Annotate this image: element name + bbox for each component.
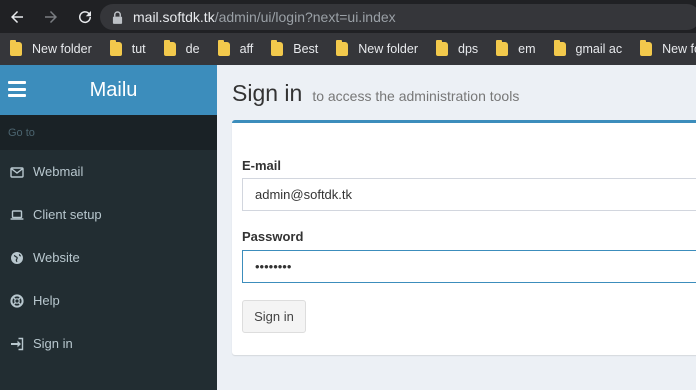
- content-header: Sign in to access the administration too…: [232, 80, 519, 107]
- brand-bar: Mailu: [0, 65, 217, 115]
- bookmark-label: aff: [239, 42, 254, 56]
- sign-in-icon: [10, 337, 24, 351]
- bookmark-folder[interactable]: New folder: [0, 33, 100, 65]
- bookmark-folder[interactable]: New folder: [326, 33, 426, 65]
- bookmark-label: dps: [458, 42, 479, 56]
- bookmark-label: em: [518, 42, 536, 56]
- mailu-app: Mailu Go to Webmail Client setup Website: [0, 65, 696, 390]
- lock-icon: [112, 10, 124, 24]
- sidebar: Mailu Go to Webmail Client setup Website: [0, 65, 217, 390]
- bookmark-label: de: [185, 42, 200, 56]
- brand-logo[interactable]: Mailu: [0, 79, 217, 102]
- bookmark-folder[interactable]: tut: [100, 33, 154, 65]
- bookmark-folder[interactable]: dps: [426, 33, 486, 65]
- sidebar-item-label: Client setup: [33, 207, 102, 222]
- url-path: /admin/ui/login?next=ui.index: [214, 9, 396, 25]
- url-host: mail.softdk.tk: [133, 9, 215, 25]
- bookmark-label: New folder: [32, 42, 92, 56]
- page-subtitle: to access the administration tools: [312, 88, 520, 104]
- arrow-right-icon: [45, 10, 57, 23]
- arrow-left-icon: [11, 10, 23, 23]
- sidebar-item-label: Website: [33, 250, 80, 265]
- bookmark-folder[interactable]: gmail ac: [544, 33, 631, 65]
- folder-icon: [336, 40, 349, 56]
- life-ring-icon: [10, 293, 24, 308]
- bookmark-folder[interactable]: em: [486, 33, 543, 65]
- password-label: Password: [242, 229, 304, 244]
- sidebar-item-client-setup[interactable]: Client setup: [0, 193, 217, 236]
- laptop-icon: [10, 208, 24, 222]
- folder-icon: [496, 40, 509, 56]
- back-button[interactable]: [0, 0, 34, 33]
- globe-icon: [10, 251, 24, 265]
- folder-icon: [553, 40, 566, 56]
- sidebar-item-website[interactable]: Website: [0, 236, 217, 279]
- folder-icon: [217, 40, 230, 56]
- bookmarks-bar: New folder tut de aff Best New folder dp…: [0, 33, 696, 65]
- folder-icon: [436, 40, 448, 56]
- bookmark-folder[interactable]: Best: [261, 33, 326, 65]
- reload-icon: [79, 10, 92, 23]
- bookmark-folder[interactable]: New folder: [630, 33, 696, 65]
- bookmark-label: gmail ac: [575, 42, 623, 56]
- bookmark-label: New folder: [358, 42, 418, 56]
- password-field[interactable]: ••••••••: [242, 250, 696, 283]
- bookmark-folder[interactable]: aff: [208, 33, 262, 65]
- folder-icon: [10, 40, 22, 56]
- folder-icon: [163, 40, 176, 56]
- sidebar-item-help[interactable]: Help: [0, 279, 217, 322]
- address-bar[interactable]: mail.softdk.tk/admin/ui/login?next=ui.in…: [100, 4, 696, 30]
- sidebar-section-header: Go to: [0, 115, 217, 150]
- bookmark-label: tut: [131, 42, 146, 56]
- folder-icon: [271, 40, 284, 56]
- sign-in-box: E-mail admin@softdk.tk Password ••••••••…: [232, 120, 696, 355]
- sidebar-item-sign-in[interactable]: Sign in: [0, 322, 217, 365]
- sidebar-item-webmail[interactable]: Webmail: [0, 150, 217, 193]
- folder-icon: [640, 40, 653, 56]
- sign-in-button[interactable]: Sign in: [242, 300, 306, 333]
- page-title: Sign in: [232, 80, 303, 106]
- main-content: Sign in to access the administration too…: [217, 65, 696, 390]
- bookmark-folder[interactable]: de: [154, 33, 208, 65]
- bookmark-label: New folder: [662, 42, 696, 56]
- folder-icon: [109, 40, 122, 56]
- sidebar-item-label: Webmail: [33, 164, 84, 179]
- sidebar-item-label: Help: [33, 293, 60, 308]
- forward-button[interactable]: [34, 0, 68, 33]
- envelope-icon: [10, 165, 24, 179]
- bookmark-label: Best: [293, 42, 319, 56]
- browser-toolbar: mail.softdk.tk/admin/ui/login?next=ui.in…: [0, 0, 696, 33]
- url-text: mail.softdk.tk/admin/ui/login?next=ui.in…: [133, 9, 396, 25]
- reload-button[interactable]: [68, 0, 102, 33]
- email-field[interactable]: admin@softdk.tk: [242, 178, 696, 211]
- sidebar-item-label: Sign in: [33, 336, 73, 351]
- email-label: E-mail: [242, 158, 282, 173]
